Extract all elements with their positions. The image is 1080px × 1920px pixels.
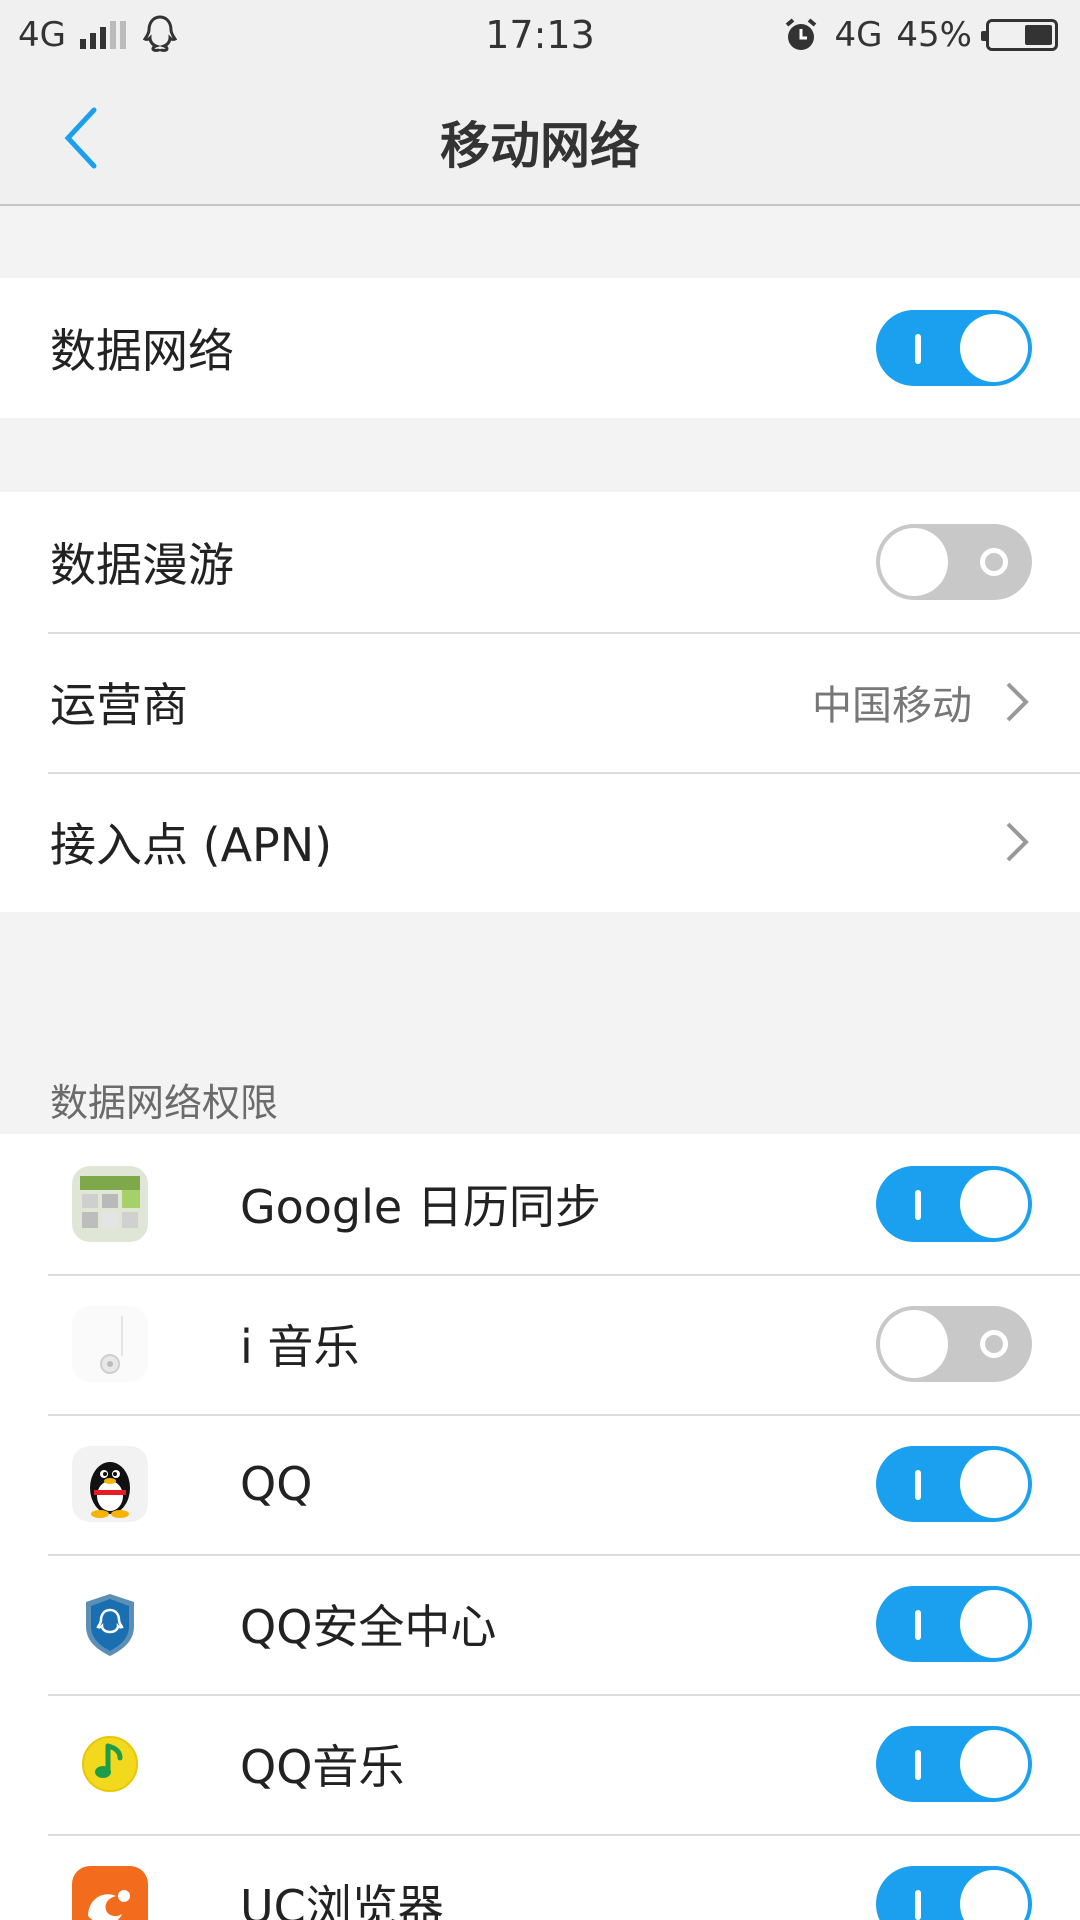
- app-name: QQ音乐: [240, 1740, 405, 1794]
- app-data-toggle[interactable]: [876, 1446, 1032, 1522]
- app-name: QQ: [240, 1457, 313, 1511]
- network-type-left: 4G: [18, 15, 66, 55]
- app-data-toggle[interactable]: [876, 1726, 1032, 1802]
- app-data-toggle[interactable]: [876, 1866, 1032, 1920]
- data-network-group: 数据网络: [0, 278, 1080, 418]
- status-left: 4G: [18, 13, 180, 57]
- battery-icon: [981, 19, 1058, 51]
- google-calendar-sync-icon: [72, 1166, 148, 1242]
- battery-percent: 45%: [896, 15, 972, 55]
- network-settings-group: 数据漫游 运营商 中国移动 接入点 (APN): [0, 492, 1080, 912]
- app-name: Google 日历同步: [240, 1180, 601, 1234]
- data-network-label: 数据网络: [50, 324, 234, 378]
- uc-browser-icon: [72, 1866, 148, 1920]
- carrier-row[interactable]: 运营商 中国移动: [0, 632, 1080, 772]
- app-row[interactable]: Google 日历同步: [0, 1134, 1080, 1274]
- app-row[interactable]: QQ: [0, 1414, 1080, 1554]
- network-type-right: 4G: [834, 15, 883, 55]
- app-permissions-list: Google 日历同步 i 音乐 QQ QQ安全中心 QQ音乐 UC浏览器: [0, 1134, 1080, 1920]
- i-music-icon: [72, 1306, 148, 1382]
- page-title: 移动网络: [440, 117, 640, 175]
- chevron-right-icon: [1006, 822, 1029, 862]
- navigation-bar: 移动网络: [0, 70, 1080, 206]
- signal-strength-icon: [79, 21, 126, 49]
- app-name: i 音乐: [240, 1320, 360, 1374]
- apn-label: 接入点 (APN): [50, 818, 333, 872]
- carrier-value: 中国移动: [812, 683, 972, 729]
- data-roaming-label: 数据漫游: [50, 538, 234, 592]
- data-roaming-toggle[interactable]: [876, 524, 1032, 600]
- apn-row[interactable]: 接入点 (APN): [0, 772, 1080, 912]
- app-row[interactable]: QQ音乐: [0, 1694, 1080, 1834]
- qq-notification-icon: [142, 15, 178, 52]
- data-network-row[interactable]: 数据网络: [0, 278, 1080, 418]
- status-right: 4G 45%: [782, 15, 1058, 55]
- carrier-label: 运营商: [50, 678, 188, 732]
- qq-security-shield-icon: [72, 1586, 148, 1662]
- qq-music-icon: [72, 1726, 148, 1802]
- app-row[interactable]: QQ安全中心: [0, 1554, 1080, 1694]
- data-roaming-row[interactable]: 数据漫游: [0, 492, 1080, 632]
- app-data-toggle[interactable]: [876, 1166, 1032, 1242]
- alarm-icon: [786, 18, 817, 50]
- chevron-right-icon: [1006, 682, 1029, 722]
- app-name: QQ安全中心: [240, 1600, 497, 1654]
- app-name: UC浏览器: [240, 1880, 444, 1920]
- status-bar: 4G 17:13 4G 45%: [0, 0, 1080, 70]
- app-data-toggle[interactable]: [876, 1586, 1032, 1662]
- app-row[interactable]: UC浏览器: [0, 1834, 1080, 1920]
- qq-penguin-icon: [72, 1446, 148, 1522]
- app-row[interactable]: i 音乐: [0, 1274, 1080, 1414]
- app-data-toggle[interactable]: [876, 1306, 1032, 1382]
- section-header-permissions: 数据网络权限: [50, 1081, 279, 1125]
- data-network-toggle[interactable]: [876, 310, 1032, 386]
